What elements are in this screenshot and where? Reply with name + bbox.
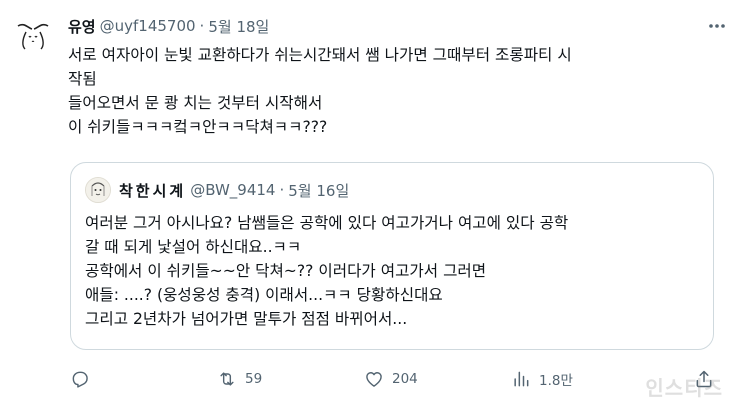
- reply-icon: [72, 371, 88, 388]
- author-name[interactable]: 유영: [68, 16, 96, 37]
- quoted-line: 여러분 그거 아시나요? 남쌤들은 공학에 있다 여고가거나 여고에 있다 공학: [85, 214, 569, 232]
- quoted-author-avatar: [85, 177, 111, 203]
- quoted-line: 애들: ....? (웅성웅성 충격) 이래서...ㅋㅋ 당황하신대요: [85, 286, 443, 304]
- quoted-tweet-date: 5월 16일: [288, 181, 350, 200]
- tweet-line: 작됨: [68, 70, 97, 88]
- tweet-actions-bar: 59 204 1.8만: [0, 369, 745, 393]
- views-icon: [514, 371, 529, 387]
- tweet-date[interactable]: 5월 18일: [208, 16, 269, 37]
- more-horizontal-icon: [709, 24, 725, 28]
- retweet-button[interactable]: 59: [217, 369, 262, 389]
- reply-button[interactable]: [70, 369, 90, 389]
- more-options-button[interactable]: [705, 14, 729, 38]
- quoted-author-name: 착한시계: [119, 181, 187, 200]
- tweet-header: 유영 @uyf145700 · 5월 18일: [68, 14, 269, 38]
- views-button[interactable]: 1.8만: [511, 369, 573, 389]
- quoted-header-separator: ·: [279, 181, 285, 199]
- tweet-line: 이 쉬키들ㅋㅋㅋ컼ㅋ안ㅋㅋ닥쳐ㅋㅋ???: [68, 118, 328, 136]
- like-button[interactable]: 204: [364, 369, 418, 389]
- watermark: 인스티즈: [645, 376, 723, 400]
- tweet-line: 들어오면서 문 쾅 치는 것부터 시작해서: [68, 94, 323, 112]
- author-handle[interactable]: @uyf145700: [100, 17, 196, 35]
- header-separator: ·: [199, 17, 205, 35]
- quoted-line: 갈 때 되게 낯설어 하신대요..ㅋㅋ: [85, 238, 302, 256]
- quoted-tweet-text: 여러분 그거 아시나요? 남쌤들은 공학에 있다 여고가거나 여고에 있다 공학…: [85, 211, 705, 331]
- cartoon-avatar-icon: [86, 178, 110, 202]
- quoted-line: 그리고 2년차가 넘어가면 말투가 점점 바뀌어서...: [85, 310, 408, 328]
- retweet-count: 59: [245, 371, 263, 387]
- quoted-tweet-header: 착한시계 @BW_9414 · 5월 16일: [119, 178, 349, 202]
- tweet-text: 서로 여자아이 눈빛 교환하다가 쉬는시간돼서 쌤 나가면 그때부터 조롱파티 …: [68, 43, 718, 139]
- quoted-author-handle: @BW_9414: [190, 181, 276, 199]
- views-count: 1.8만: [539, 373, 573, 389]
- bunny-avatar-icon: [13, 15, 53, 55]
- author-avatar[interactable]: [12, 14, 54, 56]
- quoted-tweet[interactable]: 착한시계 @BW_9414 · 5월 16일 여러분 그거 아시나요? 남쌤들은…: [70, 162, 714, 350]
- like-count: 204: [392, 371, 418, 387]
- retweet-icon: [220, 372, 234, 386]
- heart-icon: [366, 372, 382, 387]
- quoted-line: 공학에서 이 쉬키들~~안 닥쳐~?? 이러다가 여고가서 그러면: [85, 262, 487, 280]
- tweet-line: 서로 여자아이 눈빛 교환하다가 쉬는시간돼서 쌤 나가면 그때부터 조롱파티 …: [68, 46, 572, 64]
